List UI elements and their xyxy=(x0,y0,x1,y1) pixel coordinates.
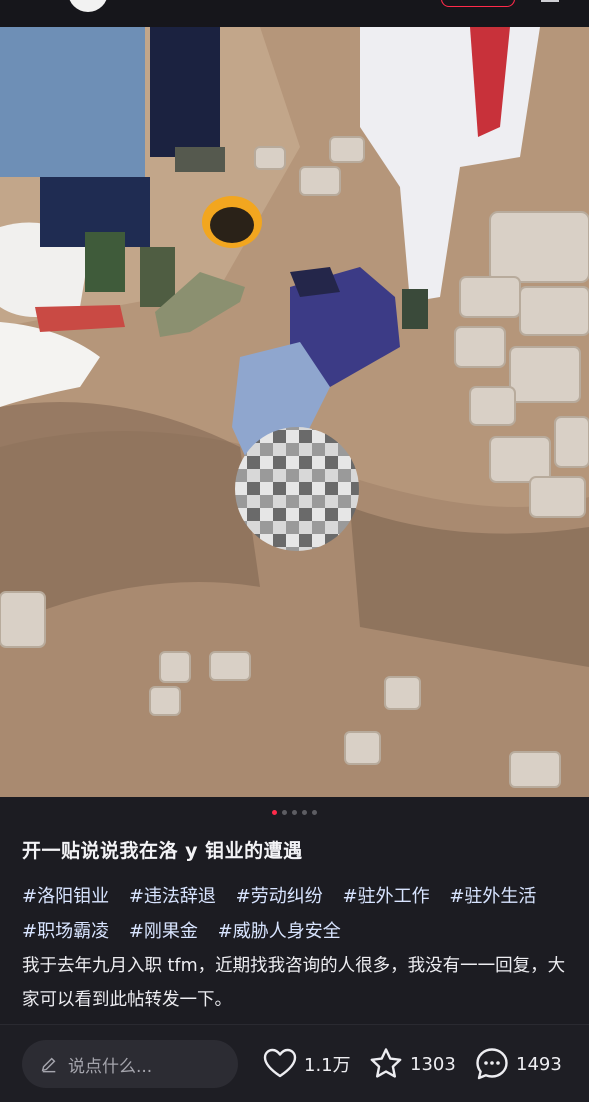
pencil-icon xyxy=(41,1057,56,1073)
carousel-dot-1[interactable] xyxy=(272,810,277,815)
carousel-indicator[interactable] xyxy=(0,810,589,818)
hashtag[interactable]: #违法辞退 xyxy=(129,886,216,907)
carousel-dot-5[interactable] xyxy=(312,810,317,815)
hashtag[interactable]: #劳动纠纷 xyxy=(236,886,323,907)
like-count: 1.1万 xyxy=(304,1055,351,1076)
comment-placeholder: 说点什么... xyxy=(68,1056,153,1077)
share-icon[interactable] xyxy=(541,0,559,6)
post-content: 开一贴说说我在洛 y 钼业的遭遇 #洛阳钼业 #违法辞退 #劳动纠纷 #驻外工作… xyxy=(22,836,570,1017)
comment-button[interactable]: 1493 xyxy=(474,1046,562,1082)
carousel-dot-2[interactable] xyxy=(282,810,287,815)
comment-input[interactable]: 说点什么... xyxy=(22,1040,238,1088)
post-image[interactable] xyxy=(0,27,589,797)
heart-icon xyxy=(263,1048,297,1078)
comment-bubble-icon xyxy=(476,1048,508,1080)
post-body: 我于去年九月入职 tfm，近期找我咨询的人很多，我没有一一回复，大家可以看到此帖… xyxy=(22,956,566,1010)
carousel-dot-4[interactable] xyxy=(302,810,307,815)
favorite-count: 1303 xyxy=(410,1053,456,1075)
hashtag[interactable]: #威胁人身安全 xyxy=(218,921,341,942)
hashtag[interactable]: #驻外生活 xyxy=(449,886,536,907)
carousel-dot-3[interactable] xyxy=(292,810,297,815)
star-icon xyxy=(370,1048,402,1078)
hashtag[interactable]: #驻外工作 xyxy=(342,886,429,907)
post-photo-illustration xyxy=(0,27,589,797)
hashtag[interactable]: #职场霸凌 xyxy=(22,921,109,942)
follow-button[interactable] xyxy=(441,0,515,7)
favorite-button[interactable]: 1303 xyxy=(368,1046,456,1082)
post-title: 开一贴说说我在洛 y 钼业的遭遇 xyxy=(22,840,303,862)
hashtag[interactable]: #洛阳钼业 xyxy=(22,886,109,907)
hashtag-list: #洛阳钼业 #违法辞退 #劳动纠纷 #驻外工作 #驻外生活 #职场霸凌 #刚果金… xyxy=(22,879,570,949)
top-bar xyxy=(0,0,589,27)
like-button[interactable]: 1.1万 xyxy=(262,1046,351,1082)
author-avatar[interactable] xyxy=(68,0,108,12)
hashtag[interactable]: #刚果金 xyxy=(129,921,198,942)
comment-count: 1493 xyxy=(516,1053,562,1075)
bottom-action-bar: 说点什么... 1.1万 1303 1493 xyxy=(0,1024,589,1102)
